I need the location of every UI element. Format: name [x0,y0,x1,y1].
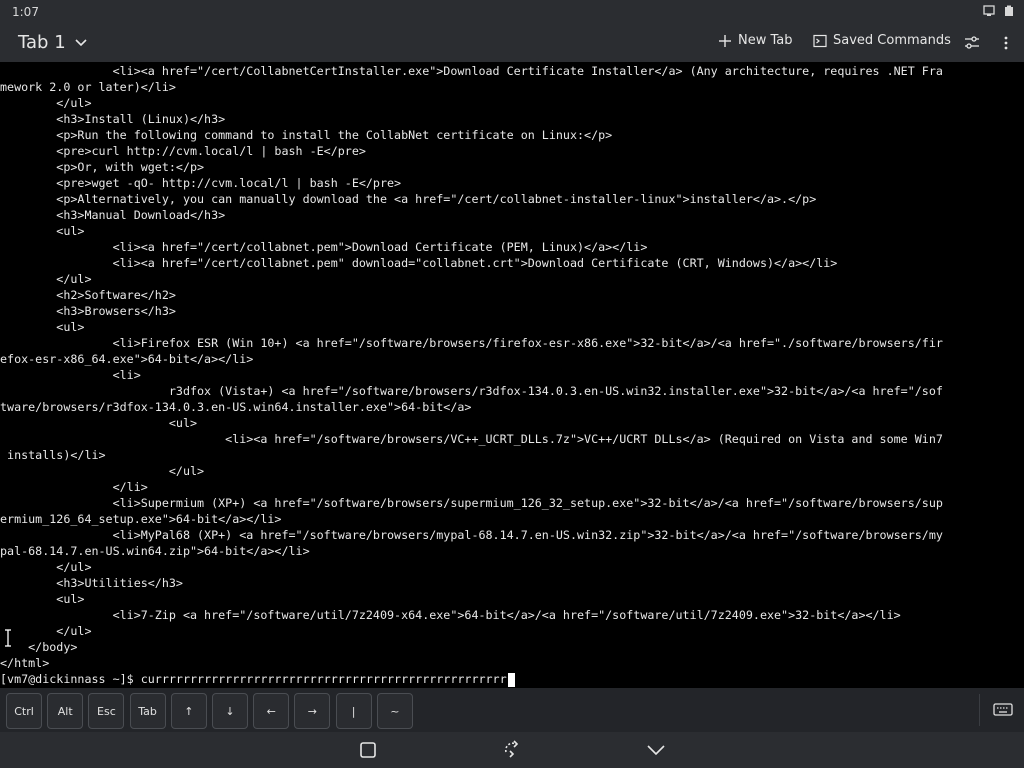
terminal-line: <h3>Manual Download</h3> [0,208,226,222]
terminal-line: installs)</li> [0,448,106,462]
key-down[interactable]: ↓ [212,693,248,729]
terminal-line: <li><a href="/software/browsers/VC++_UCR… [0,432,943,446]
terminal-line: <ul> [0,416,198,430]
terminal-line: <li>MyPal68 (XP+) <a href="/software/bro… [0,528,943,542]
terminal-output[interactable]: <li><a href="/cert/CollabnetCertInstalle… [0,62,1024,688]
terminal-line: <h3>Utilities</h3> [0,576,183,590]
terminal-line: <p>Or, with wget:</p> [0,160,205,174]
key-up[interactable]: ↑ [170,693,207,729]
terminal-line: <li> [0,368,141,382]
plus-icon [719,34,731,47]
key-left[interactable]: ← [253,693,290,729]
terminal-line: r3dfox (Vista+) <a href="/software/brows… [0,384,943,398]
keyboard-icon[interactable] [992,700,1014,720]
divider [979,694,980,726]
key-tilde[interactable]: ~ [376,693,413,729]
terminal-line: </html> [0,656,50,670]
terminal-line: </ul> [0,464,205,478]
key-right[interactable]: → [294,693,331,729]
terminal-line: </ul> [0,272,92,286]
text-cursor [507,672,515,687]
terminal-line: ermium_126_64_setup.exe">64-bit</a></li> [0,512,282,526]
terminal-icon [813,34,827,47]
screen-cast-icon [983,5,995,16]
prompt-line[interactable]: [vm7@dickinnass ~]$ currrrrrrrrrrrrrrrrr… [0,671,515,687]
terminal-line: </body> [0,640,78,654]
terminal-line: <h3>Browsers</h3> [0,304,176,318]
square-icon[interactable] [356,738,380,762]
terminal-line: <pre>curl http://cvm.local/l | bash -E</… [0,144,366,158]
shell-prompt: [vm7@dickinnass ~]$ [0,672,141,686]
terminal-line: <li><a href="/cert/collabnet.pem" downlo… [0,256,838,270]
key-esc[interactable]: Esc [88,693,125,729]
saved-commands-label: Saved Commands [833,33,951,48]
tab-selector[interactable]: Tab 1 [18,32,88,53]
terminal-line: <ul> [0,592,85,606]
terminal-line: <h2>Software</h2> [0,288,176,302]
terminal-line: <ul> [0,320,85,334]
terminal-line: <p>Alternatively, you can manually downl… [0,192,817,206]
terminal-line: mework 2.0 or later)</li> [0,80,176,94]
new-tab-label: New Tab [738,33,793,48]
key-ctrl[interactable]: Ctrl [6,693,42,729]
rotate-icon[interactable] [500,738,524,762]
app-header: Tab 1 New Tab Saved Commands [0,24,1024,62]
terminal-line: </ul> [0,624,92,638]
terminal-line: <ul> [0,224,85,238]
terminal-line: </ul> [0,96,92,110]
terminal-line: <li>Supermium (XP+) <a href="/software/b… [0,496,943,510]
battery-icon [1005,5,1013,16]
terminal-line: <p>Run the following command to install … [0,128,613,142]
terminal-line: <h3>Install (Linux)</h3> [0,112,226,126]
sliders-icon[interactable] [964,35,980,51]
key-alt[interactable]: Alt [47,693,84,729]
terminal-line: <pre>wget -qO- http://cvm.local/l | bash… [0,176,402,190]
command-input[interactable]: currrrrrrrrrrrrrrrrrrrrrrrrrrrrrrrrrrrrr… [141,672,507,686]
terminal-line: <li><a href="/cert/collabnet.pem">Downlo… [0,240,648,254]
saved-commands-button[interactable]: Saved Commands [813,33,951,48]
new-tab-button[interactable]: New Tab [718,33,793,48]
chevron-down-icon[interactable] [644,738,668,762]
terminal-line: tware/browsers/r3dfox-134.0.3.en-US.win6… [0,400,472,414]
status-time: 1:07 [12,5,39,19]
terminal-line: <li>Firefox ESR (Win 10+) <a href="/soft… [0,336,943,350]
key-tab[interactable]: Tab [129,693,166,729]
terminal-line: <li>7-Zip <a href="/software/util/7z2409… [0,608,901,622]
terminal-line: </ul> [0,560,92,574]
terminal-line: <li><a href="/cert/CollabnetCertInstalle… [0,64,943,78]
more-vertical-icon[interactable] [998,35,1014,51]
extra-keys-bar: Ctrl Alt Esc Tab ↑ ↓ ← → | ~ [0,688,1024,732]
tab-label: Tab 1 [18,32,66,53]
chevron-down-icon [75,38,87,46]
key-pipe[interactable]: | [335,693,372,729]
terminal-line: pal-68.14.7.en-US.win64.zip">64-bit</a><… [0,544,310,558]
status-bar: 1:07 [0,0,1024,24]
terminal-line: efox-esr-x86_64.exe">64-bit</a></li> [0,352,254,366]
system-nav-bar [0,732,1024,768]
terminal-line: </li> [0,480,148,494]
